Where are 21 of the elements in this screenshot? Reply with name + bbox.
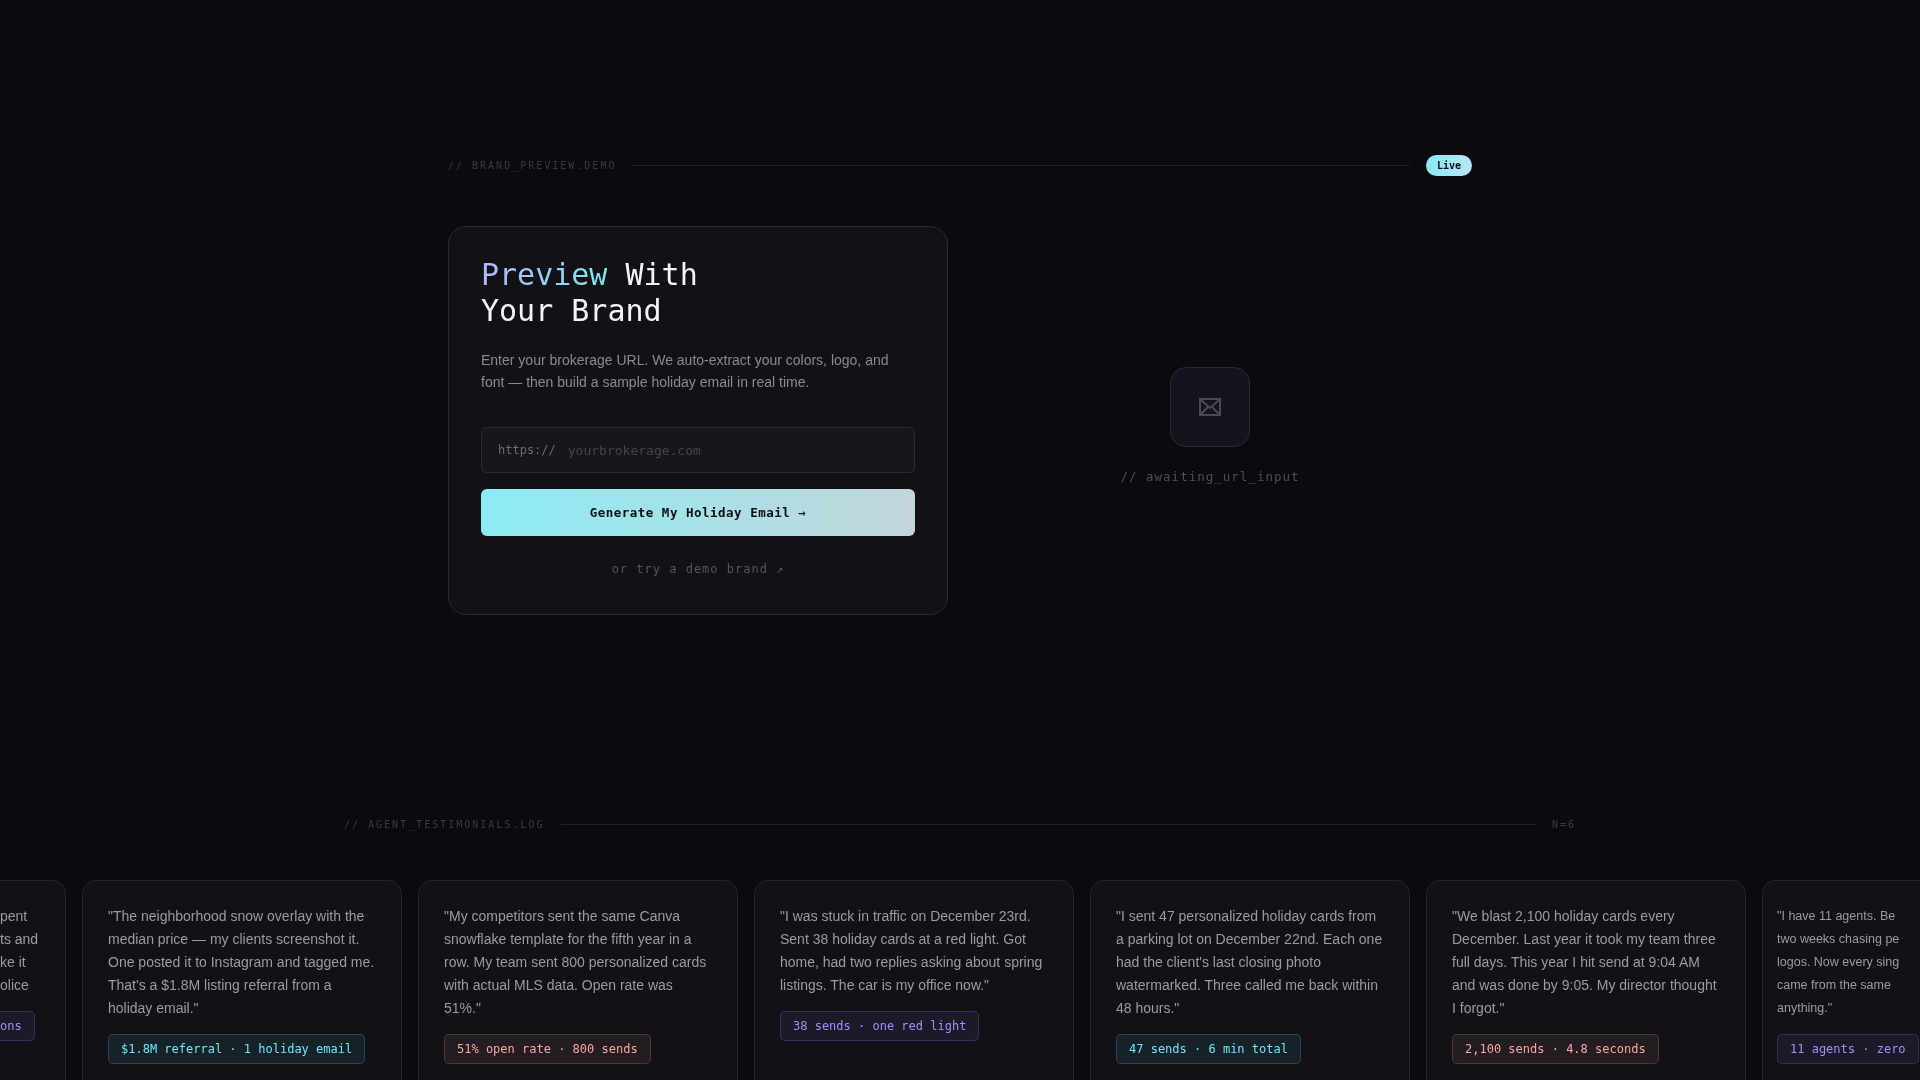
testimonial-quote: "I have 11 agents. Be two weeks chasing pe logos. Now every sing came from the same anything." <box>1777 908 1900 1017</box>
stat-tag: 38 sends · one red light <box>780 1011 980 1041</box>
generate-button[interactable]: Generate My Holiday Email → <box>481 489 915 536</box>
testimonial-quote: "The neighborhood snow overlay with the median price — my clients screenshot it. One posted it to Instagram and tagged me. That's a $1.8M listing referral from a holiday email." <box>108 907 376 1018</box>
testimonial-quote: "My competitors sent the same Canva snowflake template for the fifth year in a row. My team sent 800 personalized cards with actual MLS data. Open rate was 51%." <box>444 907 708 1018</box>
testimonial-quote: "We blast 2,100 holiday cards every December. Last year it took my team three full days. This year I hit send at 9:04 AM and was done by 9:05. My director thought I forgot." <box>1452 907 1718 1018</box>
card-title: Preview With Your Brand <box>481 257 699 329</box>
envelope-icon <box>1199 398 1221 416</box>
testimonial-quote: "I was stuck in traffic on December 23rd. Sent 38 holiday cards at a red light. Got home, had two replies asking about spring listings. The car is my office now." <box>780 907 1044 995</box>
stat-tag: 51% open rate · 800 sends <box>444 1034 651 1064</box>
stat-tag: 11 agents · zero <box>1777 1034 1919 1064</box>
stat-tag: 47 sends · 6 min total <box>1116 1034 1301 1064</box>
status-text: // awaiting_url_input <box>1120 469 1300 484</box>
stat-tag: $1.8M referral · 1 holiday email <box>108 1034 366 1064</box>
demo-brand-link[interactable]: or try a demo brand ↗ <box>611 562 785 576</box>
testimonial-quote: pent ts and ke it olice <box>0 907 39 995</box>
stat-tag: 2,100 sends · 4.8 seconds <box>1452 1034 1659 1064</box>
live-badge: Live <box>1425 155 1472 176</box>
testimonial-quote: "I sent 47 personalized holiday cards from a parking lot on December 22nd. Each one had the client's last closing photo watermarked. Three called me back within 48 hours." <box>1116 907 1384 1018</box>
card-description: Enter your brokerage URL. We auto-extract your colors, logo, and font — then build a sample holiday email in real time. <box>481 351 890 392</box>
stat-tag: ons <box>0 1011 35 1041</box>
